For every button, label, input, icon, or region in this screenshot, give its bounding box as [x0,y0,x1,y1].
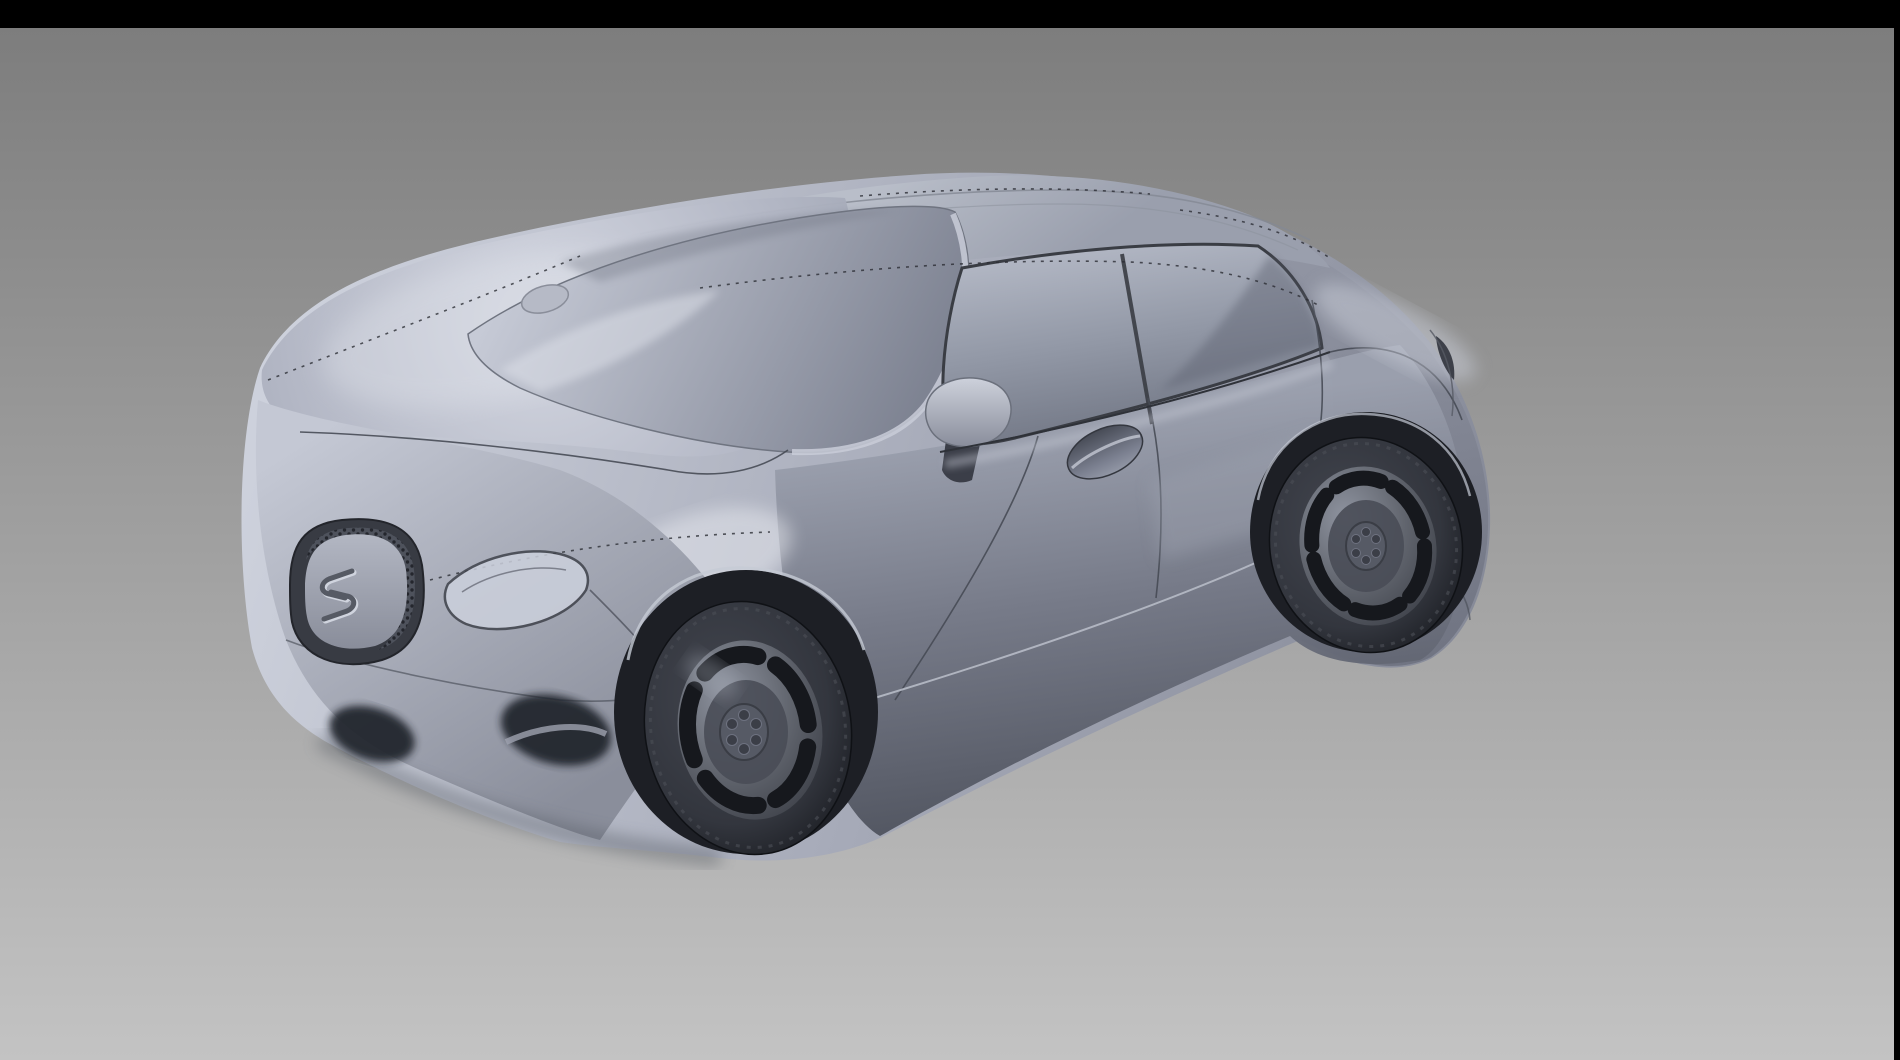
screen [0,0,1900,1060]
letterbox-top-bar [0,0,1900,28]
front-grille[interactable] [290,519,424,664]
badge-panel [305,534,407,648]
render-canvas [0,0,1900,1060]
letterbox-right-bar [1894,0,1900,1060]
